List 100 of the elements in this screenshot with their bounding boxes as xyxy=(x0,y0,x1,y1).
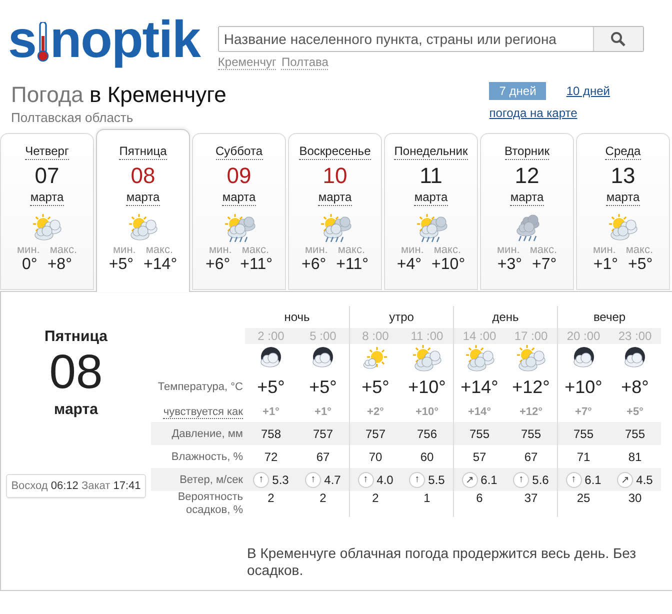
precipitation-value: 2 xyxy=(372,491,379,505)
min-temperature: +6° xyxy=(206,256,230,274)
hour-label: 5 :00 xyxy=(310,329,336,343)
min-temperature: +5° xyxy=(108,256,134,274)
min-label: мин. xyxy=(16,244,40,256)
hour-label: 8 :00 xyxy=(362,329,389,343)
range-tab[interactable]: 10 дней xyxy=(556,82,620,100)
day-number-large: 08 xyxy=(49,345,103,401)
search-button[interactable] xyxy=(592,27,643,51)
temperature-value: +8° xyxy=(621,376,649,398)
max-temperature: +11° xyxy=(336,256,368,274)
weekday-label: Вторник xyxy=(504,144,550,160)
wind-speed-value: 5.5 xyxy=(428,472,445,486)
feels-like-value: +7° xyxy=(575,406,592,418)
day-tab[interactable]: Среда 13 марта мин. макс. +1° +5° xyxy=(576,133,670,290)
wind-speed-value: 5.3 xyxy=(272,472,289,486)
temperature-value: +12° xyxy=(512,376,550,398)
max-label: макс. xyxy=(434,244,462,256)
weekday-label: Суббота xyxy=(216,144,262,160)
max-label: макс. xyxy=(242,244,270,256)
period-label: утро xyxy=(389,310,414,324)
precipitation-value: 2 xyxy=(320,491,326,505)
weekday-label: Понедельник xyxy=(394,144,468,160)
day-tab[interactable]: Воскресенье 10 марта мин. макс. +6° +11° xyxy=(288,133,382,290)
period-label: ночь xyxy=(284,310,310,324)
temperature-value: +5° xyxy=(309,376,337,398)
humidity-value: 60 xyxy=(420,450,434,464)
hour-label: 17 :00 xyxy=(514,329,548,343)
max-temperature: +7° xyxy=(532,256,557,274)
recent-city-link[interactable]: Кременчуг xyxy=(218,55,276,70)
min-label: мин. xyxy=(208,244,232,256)
forecast-description: В Кременчуге облачная погода продержится весь день. Без осадков. xyxy=(247,545,638,579)
month-label: марта xyxy=(318,190,352,206)
search-field[interactable]: Название населенного пункта, страны или региона xyxy=(218,26,644,52)
pressure-value: 757 xyxy=(312,426,334,440)
pressure-value: 758 xyxy=(260,426,282,440)
min-temperature: +6° xyxy=(302,256,326,274)
month-label: марта xyxy=(414,190,448,206)
precipitation-value: 25 xyxy=(576,491,590,505)
day-tab[interactable]: Пятница 08 марта мин. макс. +5° +14° xyxy=(96,129,190,292)
row-label: Давление, мм xyxy=(172,428,243,440)
max-temperature: +14° xyxy=(144,256,178,274)
temperature-value: +10° xyxy=(408,376,446,398)
min-label: мин. xyxy=(112,244,136,256)
min-label: мин. xyxy=(592,244,616,256)
min-label: мин. xyxy=(496,244,520,256)
day-tab[interactable]: Вторник 12 марта мин. макс. +3° +7° xyxy=(480,133,574,290)
temperature-value: +10° xyxy=(564,376,602,398)
day-tab[interactable]: Четверг 07 марта мин. макс. 0° +8° xyxy=(0,133,94,290)
hour-label: 20 :00 xyxy=(566,329,600,343)
region-name: Полтавская область xyxy=(11,110,134,125)
row-label: Температура, °C xyxy=(158,381,243,393)
hour-label: 23 :00 xyxy=(618,329,652,343)
pressure-value: 755 xyxy=(469,426,490,440)
period-label: день xyxy=(492,310,519,324)
max-label: макс. xyxy=(626,244,654,256)
min-temperature: +4° xyxy=(396,256,422,274)
row-label: Ветер, м/сек xyxy=(180,474,243,486)
pressure-value: 755 xyxy=(520,426,542,440)
min-temperature: +1° xyxy=(593,256,618,274)
wind-speed-value: 4.5 xyxy=(636,472,653,486)
feels-like-value: +1° xyxy=(314,406,332,418)
day-tab[interactable]: Суббота 09 марта мин. макс. +6° +11° xyxy=(192,133,286,290)
sinoptik-logo[interactable]: s noptik xyxy=(8,10,200,66)
max-label: макс. xyxy=(50,244,78,256)
recent-city-link[interactable]: Полтава xyxy=(281,55,328,70)
feels-like-value: +10° xyxy=(415,406,439,418)
month-label: марта xyxy=(126,190,160,206)
page-title-lead: Погода xyxy=(11,82,84,107)
humidity-value: 57 xyxy=(472,450,486,464)
pressure-value: 757 xyxy=(365,426,386,440)
wind-speed-value: 5.6 xyxy=(532,472,549,486)
max-temperature: +8° xyxy=(47,256,72,274)
precipitation-value: 2 xyxy=(268,491,274,505)
precipitation-value: 1 xyxy=(424,491,430,505)
humidity-value: 67 xyxy=(316,450,330,464)
wind-speed-value: 4.7 xyxy=(324,472,341,486)
map-link[interactable]: погода на карте xyxy=(489,106,578,120)
day-tab[interactable]: Понедельник 11 марта мин. макс. +4° +10° xyxy=(384,133,478,290)
month-label: марта xyxy=(30,190,64,206)
temperature-value: +5° xyxy=(362,376,390,398)
wind-speed-value: 6.1 xyxy=(584,472,602,486)
month-heading: марта xyxy=(54,401,98,418)
pressure-value: 755 xyxy=(624,426,646,440)
day-number: 10 xyxy=(322,162,348,190)
feels-like-value: +5° xyxy=(626,406,644,418)
humidity-value: 71 xyxy=(576,450,590,464)
wind-speed-value: 4.0 xyxy=(376,472,394,486)
max-temperature: +10° xyxy=(432,256,466,274)
weekday-label: Четверг xyxy=(25,144,69,160)
min-temperature: +3° xyxy=(497,256,522,274)
search-icon xyxy=(610,31,626,47)
min-label: мин. xyxy=(304,244,328,256)
day-number: 07 xyxy=(34,162,60,190)
row-label: Влажность, % xyxy=(171,450,243,462)
pressure-value: 756 xyxy=(416,426,438,440)
month-label: марта xyxy=(222,190,256,206)
precipitation-value: 6 xyxy=(476,491,483,505)
pressure-value: 755 xyxy=(573,426,594,440)
feels-like-value: +14° xyxy=(468,406,492,418)
